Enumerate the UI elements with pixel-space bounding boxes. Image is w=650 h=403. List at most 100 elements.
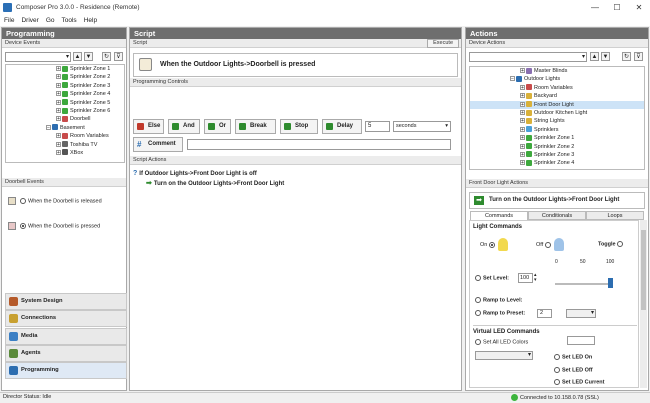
- expand-icon[interactable]: +: [520, 135, 525, 141]
- move-down-button[interactable]: ▼: [601, 52, 610, 61]
- tab-loops[interactable]: Loops: [586, 211, 644, 220]
- tree-item[interactable]: + Sprinkler Zone 6: [6, 107, 124, 115]
- expand-icon[interactable]: +: [56, 133, 61, 139]
- tree-item[interactable]: + Sprinklers: [470, 126, 644, 134]
- led-color-swatch[interactable]: [567, 336, 595, 345]
- led-off-option[interactable]: Set LED Off: [554, 367, 593, 373]
- tree-item[interactable]: + Sprinkler Zone 1: [6, 65, 124, 73]
- move-up-button[interactable]: ▲: [73, 52, 82, 61]
- expand-icon[interactable]: +: [520, 151, 525, 157]
- close-button[interactable]: ✕: [628, 0, 650, 15]
- event-pressed[interactable]: When the Doorbell is pressed: [8, 222, 100, 230]
- ramp-preset-select[interactable]: ▾: [566, 309, 596, 318]
- tree-item[interactable]: − Basement: [6, 124, 124, 132]
- toggle-option[interactable]: Toggle: [598, 241, 625, 247]
- led-current-radio[interactable]: [554, 379, 560, 385]
- filter-icon[interactable]: ⊽: [634, 52, 643, 61]
- script-line-if[interactable]: ? If Outdoor Lights->Front Door Light is …: [133, 170, 257, 177]
- expand-icon[interactable]: −: [510, 76, 515, 82]
- ramp-preset-radio[interactable]: [475, 310, 481, 316]
- set-level-option[interactable]: Set Level:: [475, 275, 509, 281]
- expand-icon[interactable]: +: [56, 108, 61, 114]
- event-released-radio[interactable]: [20, 198, 26, 204]
- tree-item[interactable]: + String Lights: [470, 117, 644, 125]
- refresh-icon[interactable]: ↻: [102, 52, 111, 61]
- ramp-level-option[interactable]: Ramp to Level:: [475, 297, 522, 303]
- ramp-level-radio[interactable]: [475, 297, 481, 303]
- tab-commands[interactable]: Commands: [470, 211, 528, 220]
- set-all-led-option[interactable]: Set All LED Colors: [475, 339, 528, 345]
- expand-icon[interactable]: +: [56, 99, 61, 105]
- expand-icon[interactable]: +: [56, 66, 61, 72]
- expand-icon[interactable]: +: [56, 82, 61, 88]
- expand-icon[interactable]: +: [520, 118, 525, 124]
- else-button[interactable]: Else: [133, 119, 164, 134]
- script-line-action[interactable]: ➡ Turn on the Outdoor Lights->Front Door …: [146, 179, 284, 187]
- expand-icon[interactable]: +: [520, 110, 525, 116]
- and-button[interactable]: And: [168, 119, 200, 134]
- led-off-radio[interactable]: [554, 367, 560, 373]
- expand-icon[interactable]: +: [520, 93, 525, 99]
- expand-icon[interactable]: +: [56, 116, 61, 122]
- tree-item[interactable]: + Room Variables: [6, 132, 124, 140]
- toggle-radio[interactable]: [617, 241, 624, 247]
- tree-item[interactable]: + Sprinkler Zone 2: [470, 143, 644, 151]
- level-slider-thumb[interactable]: [608, 278, 613, 288]
- menu-driver[interactable]: Driver: [21, 17, 38, 24]
- led-color-select[interactable]: ▾: [475, 351, 533, 360]
- off-option[interactable]: Off: [536, 238, 565, 251]
- break-button[interactable]: Break: [235, 119, 276, 134]
- device-events-filter[interactable]: ▾: [5, 52, 71, 62]
- set-all-led-radio[interactable]: [475, 339, 481, 345]
- tree-item[interactable]: + Sprinkler Zone 4: [6, 90, 124, 98]
- delay-button[interactable]: Delay: [322, 119, 362, 134]
- on-option[interactable]: On: [480, 238, 509, 251]
- expand-icon[interactable]: +: [520, 68, 525, 74]
- nav-agents-button[interactable]: Agents: [5, 344, 127, 362]
- ramp-preset-option[interactable]: Ramp to Preset:: [475, 310, 525, 316]
- nav-system-design-button[interactable]: System Design: [5, 293, 127, 310]
- stop-button[interactable]: Stop: [280, 119, 318, 134]
- maximize-button[interactable]: ☐: [606, 0, 628, 15]
- tree-item[interactable]: + Room Variables: [470, 84, 644, 92]
- expand-icon[interactable]: +: [56, 149, 61, 155]
- commands-scrollbar[interactable]: [640, 220, 647, 388]
- move-up-button[interactable]: ▲: [590, 52, 599, 61]
- menu-help[interactable]: Help: [84, 17, 97, 24]
- tree-item[interactable]: + Sprinkler Zone 3: [6, 82, 124, 90]
- led-on-option[interactable]: Set LED On: [554, 354, 592, 360]
- tree-item[interactable]: + Master Blinds: [470, 67, 644, 75]
- tree-item[interactable]: + Sprinkler Zone 5: [6, 99, 124, 107]
- tree-item[interactable]: + Sprinkler Zone 4: [470, 159, 644, 167]
- expand-icon[interactable]: +: [520, 143, 525, 149]
- nav-programming-button[interactable]: Programming: [5, 362, 127, 380]
- tree-item[interactable]: + Sprinkler Zone 1: [470, 134, 644, 142]
- nav-media-button[interactable]: Media: [5, 327, 127, 345]
- menu-go[interactable]: Go: [46, 17, 55, 24]
- expand-icon[interactable]: +: [520, 84, 525, 90]
- expand-icon[interactable]: +: [56, 91, 61, 97]
- tree-item[interactable]: + Sprinkler Zone 2: [6, 73, 124, 81]
- refresh-icon[interactable]: ↻: [622, 52, 631, 61]
- ramp-preset-value-input[interactable]: 2: [537, 309, 552, 318]
- menu-tools[interactable]: Tools: [62, 17, 77, 24]
- set-level-radio[interactable]: [475, 275, 481, 281]
- level-value-input[interactable]: 100: [518, 273, 533, 283]
- tree-item[interactable]: + Backyard: [470, 92, 644, 100]
- move-down-button[interactable]: ▼: [84, 52, 93, 61]
- tree-item[interactable]: + Outdoor Kitchen Light: [470, 109, 644, 117]
- tree-item[interactable]: + Sprinkler Zone 3: [470, 151, 644, 159]
- expand-icon[interactable]: +: [520, 126, 525, 132]
- event-pressed-radio[interactable]: [20, 223, 26, 229]
- device-actions-filter[interactable]: ▾: [469, 52, 587, 62]
- tree-item[interactable]: + XBox: [6, 149, 124, 157]
- menu-file[interactable]: File: [4, 17, 14, 24]
- led-current-option[interactable]: Set LED Current: [554, 379, 604, 385]
- minimize-button[interactable]: —: [584, 0, 606, 15]
- on-radio[interactable]: [488, 241, 495, 248]
- level-spinner-icon[interactable]: ▴ ▾: [534, 273, 537, 283]
- scrollbar-thumb[interactable]: [641, 230, 646, 310]
- expand-icon[interactable]: −: [46, 124, 51, 130]
- tree-item[interactable]: − Outdoor Lights: [470, 75, 644, 83]
- filter-icon[interactable]: ⊽: [114, 52, 123, 61]
